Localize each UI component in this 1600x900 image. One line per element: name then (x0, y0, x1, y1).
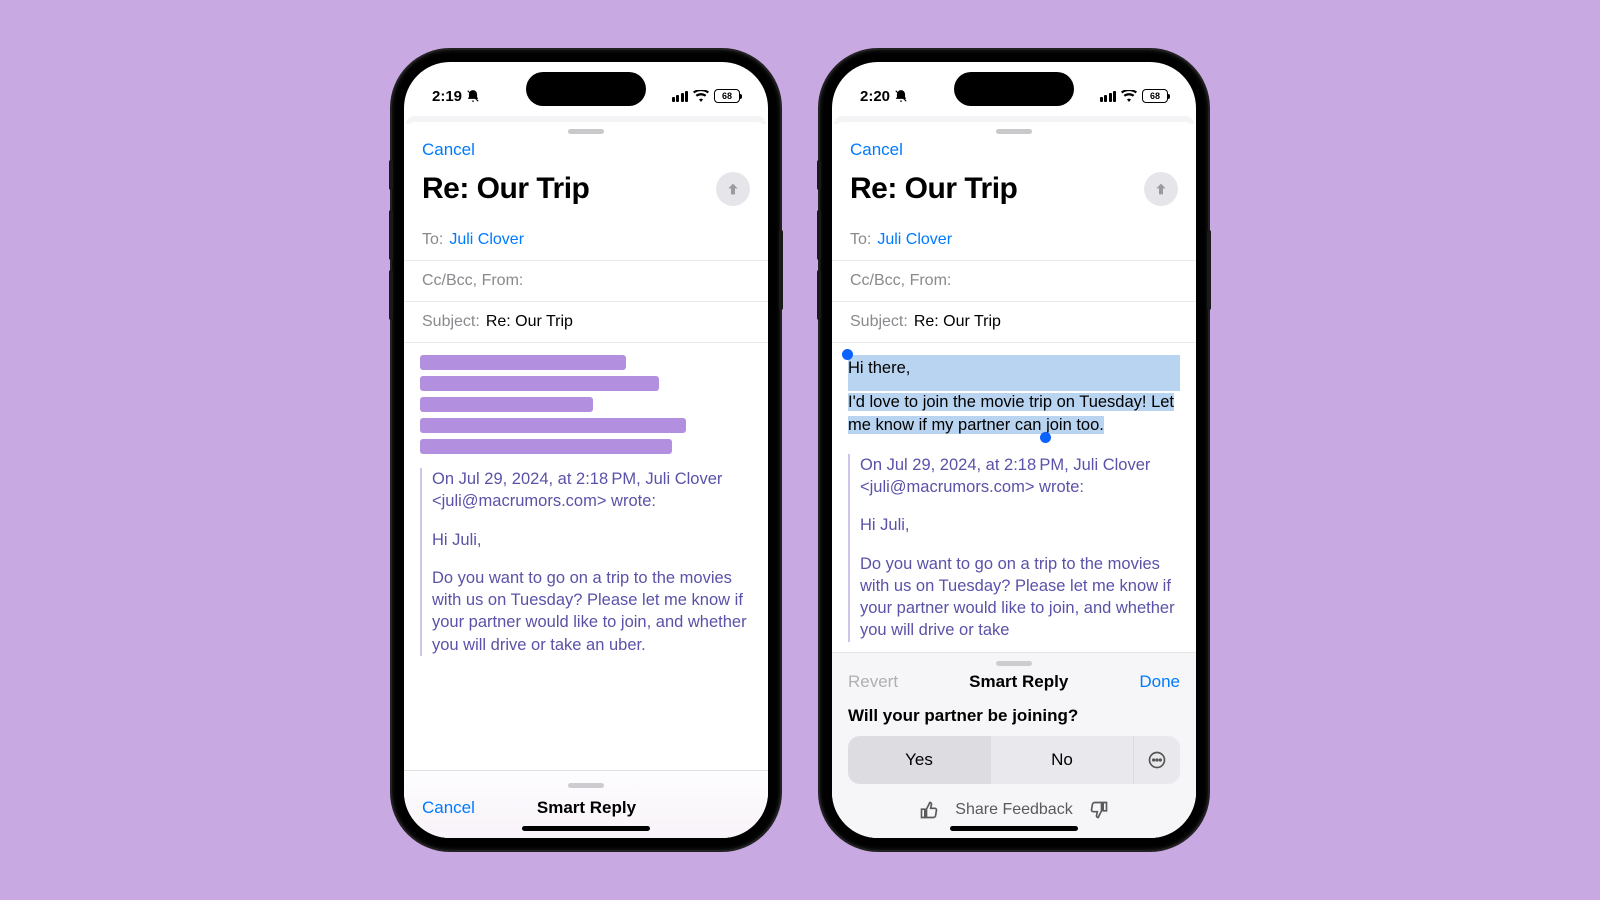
compose-title: Re: Our Trip (422, 172, 589, 206)
ccbcc-field[interactable]: Cc/Bcc, From: (832, 261, 1196, 302)
skeleton-line (420, 439, 672, 454)
clock: 2:19 (432, 88, 462, 105)
quote-greeting: Hi Juli, (860, 514, 1180, 536)
quoted-message: On Jul 29, 2024, at 2:18 PM, Juli Clover… (420, 468, 752, 656)
home-indicator[interactable] (522, 826, 650, 831)
smart-reply-cancel[interactable]: Cancel (422, 798, 475, 818)
share-feedback-link[interactable]: Share Feedback (955, 801, 1072, 819)
phone-left: 2:19 68 Cancel Re: Our Trip To: Juli Clo… (392, 50, 780, 850)
generating-placeholder (420, 355, 752, 454)
to-recipient[interactable]: Juli Clover (449, 231, 524, 249)
wifi-icon (693, 90, 709, 102)
choice-no[interactable]: No (991, 736, 1134, 784)
to-field[interactable]: To: Juli Clover (404, 220, 768, 261)
cancel-button[interactable]: Cancel (850, 140, 903, 159)
smart-reply-title: Smart Reply (537, 798, 636, 818)
skeleton-line (420, 418, 686, 433)
cancel-button[interactable]: Cancel (422, 140, 475, 159)
quoted-message: On Jul 29, 2024, at 2:18 PM, Juli Clover… (848, 454, 1180, 642)
subject-value: Re: Our Trip (914, 313, 1001, 331)
thumbs-down-icon[interactable] (1089, 800, 1109, 820)
message-body[interactable]: On Jul 29, 2024, at 2:18 PM, Juli Clover… (404, 343, 768, 770)
compose-title: Re: Our Trip (850, 172, 1017, 206)
thumbs-up-icon[interactable] (919, 800, 939, 820)
choice-yes[interactable]: Yes (848, 736, 991, 784)
choice-group: Yes No (848, 736, 1180, 784)
selection-handle-end[interactable] (1040, 432, 1051, 443)
done-button[interactable]: Done (1139, 672, 1180, 692)
skeleton-line (420, 376, 659, 391)
quote-greeting: Hi Juli, (432, 529, 752, 551)
selection-handle-start[interactable] (842, 349, 853, 360)
panel-grabber[interactable] (996, 661, 1032, 666)
phone-right: 2:20 68 Cancel Re: Our Trip To: Juli Clo… (820, 50, 1208, 850)
quote-header: On Jul 29, 2024, at 2:18 PM, Juli Clover… (432, 468, 752, 513)
cellular-icon (672, 91, 689, 102)
dynamic-island (526, 72, 646, 106)
sheet-grabber[interactable] (568, 129, 604, 134)
skeleton-line (420, 397, 593, 412)
ccbcc-label: Cc/Bcc, From: (850, 272, 951, 290)
wifi-icon (1121, 90, 1137, 102)
do-not-disturb-icon (466, 89, 480, 103)
subject-field[interactable]: Subject: Re: Our Trip (832, 302, 1196, 343)
send-button[interactable] (1144, 172, 1178, 206)
revert-button[interactable]: Revert (848, 672, 898, 692)
skeleton-line (420, 355, 626, 370)
battery-indicator: 68 (714, 89, 740, 103)
to-field[interactable]: To: Juli Clover (832, 220, 1196, 261)
subject-label: Subject: (850, 313, 908, 331)
sheet-grabber[interactable] (996, 129, 1032, 134)
to-recipient[interactable]: Juli Clover (877, 231, 952, 249)
subject-field[interactable]: Subject: Re: Our Trip (404, 302, 768, 343)
followup-question: Will your partner be joining? (848, 706, 1180, 726)
choice-more[interactable] (1134, 736, 1180, 784)
dynamic-island (954, 72, 1074, 106)
arrow-up-icon (725, 181, 741, 197)
ccbcc-label: Cc/Bcc, From: (422, 272, 523, 290)
subject-value: Re: Our Trip (486, 313, 573, 331)
cellular-icon (1100, 91, 1117, 102)
arrow-up-icon (1153, 181, 1169, 197)
home-indicator[interactable] (950, 826, 1078, 831)
to-label: To: (850, 231, 871, 249)
reply-greeting: Hi there, (848, 355, 1180, 381)
smart-reply-title: Smart Reply (969, 672, 1068, 692)
battery-indicator: 68 (1142, 89, 1168, 103)
quote-header: On Jul 29, 2024, at 2:18 PM, Juli Clover… (860, 454, 1180, 499)
send-button[interactable] (716, 172, 750, 206)
smart-reply-panel: Revert Smart Reply Done Will your partne… (832, 652, 1196, 838)
subject-label: Subject: (422, 313, 480, 331)
reply-body: I'd love to join the movie trip on Tuesd… (848, 393, 1174, 433)
message-body[interactable]: Hi there, I'd love to join the movie tri… (832, 343, 1196, 652)
selected-reply-text[interactable]: Hi there, I'd love to join the movie tri… (848, 355, 1180, 436)
ccbcc-field[interactable]: Cc/Bcc, From: (404, 261, 768, 302)
clock: 2:20 (860, 88, 890, 105)
do-not-disturb-icon (894, 89, 908, 103)
to-label: To: (422, 231, 443, 249)
quote-body: Do you want to go on a trip to the movie… (432, 567, 752, 656)
panel-grabber[interactable] (568, 783, 604, 788)
ellipsis-icon (1147, 750, 1167, 770)
quote-body: Do you want to go on a trip to the movie… (860, 553, 1180, 642)
